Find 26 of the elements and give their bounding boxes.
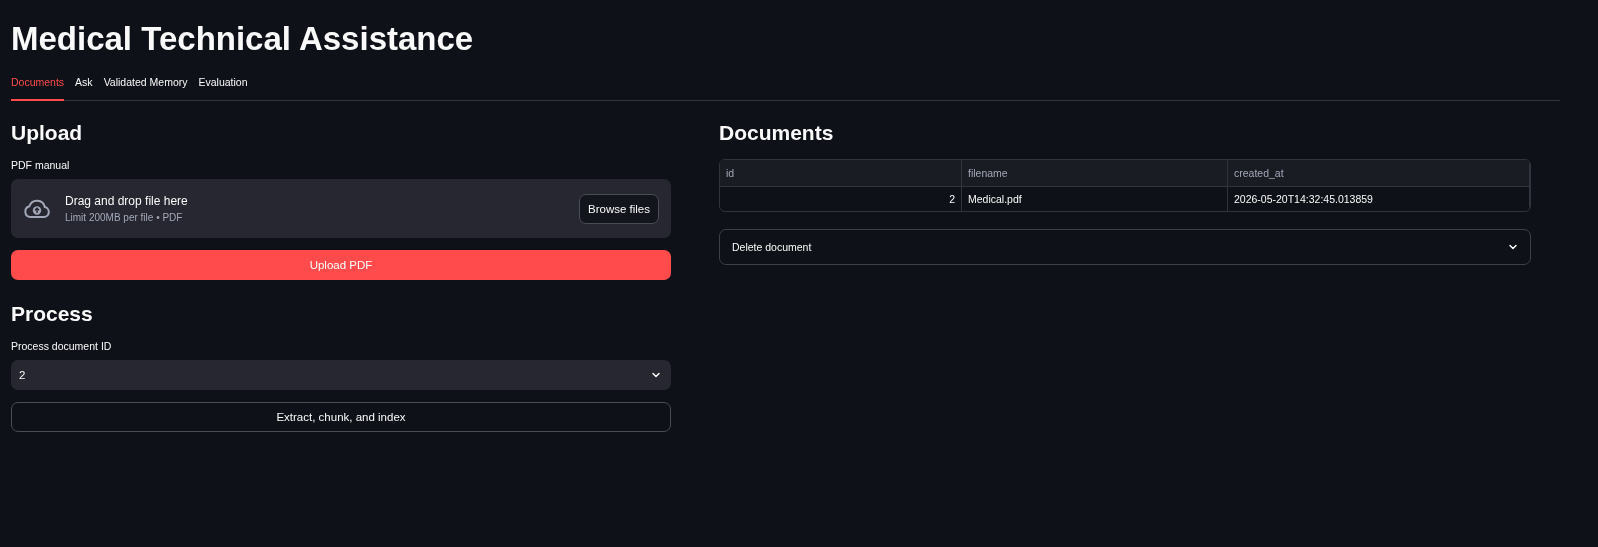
document-id-select[interactable]: 2 — [11, 360, 671, 390]
tab[interactable]: Documents — [11, 76, 65, 101]
column-header[interactable]: id — [720, 160, 962, 187]
dropzone-title: Drag and drop file here — [65, 194, 188, 208]
column-header[interactable]: created_at — [1228, 160, 1530, 187]
delete-document-expander[interactable]: Delete document — [719, 229, 1531, 265]
table-cell: 2026-05-20T14:32:45.013859 — [1228, 187, 1530, 211]
tab[interactable]: Evaluation — [198, 76, 248, 101]
section-heading: Upload — [11, 120, 83, 146]
chevron-icon — [1508, 242, 1518, 252]
process-button[interactable]: Extract, chunk, and index — [11, 402, 671, 432]
section-heading: Documents — [719, 120, 834, 146]
column-header[interactable]: filename — [962, 160, 1228, 187]
field-label: PDF manual — [11, 159, 70, 171]
tab[interactable]: Ask — [75, 76, 93, 101]
dropzone-hint: Limit 200MB per file • PDF — [65, 212, 183, 223]
cloud-upload-icon — [23, 197, 51, 220]
section-heading: Process — [11, 301, 93, 327]
browse-files-button[interactable]: Browse files — [579, 193, 659, 224]
table-cell: Medical.pdf — [962, 187, 1228, 211]
file-dropzone[interactable]: Drag and drop file here Limit 200MB per file • PDF Browse files — [11, 179, 671, 238]
tab[interactable]: Validated Memory — [103, 76, 188, 101]
field-label: Process document ID — [11, 340, 112, 352]
page-title: Medical Technical Assistance — [11, 19, 474, 59]
table-cell: 2 — [720, 187, 962, 211]
chevron-icon — [651, 370, 661, 380]
